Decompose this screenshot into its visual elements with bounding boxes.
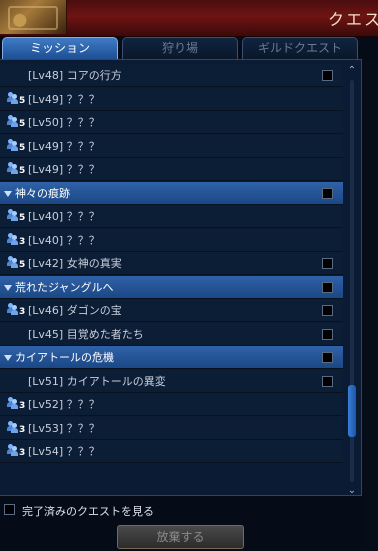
party-quest-icon: 3 [7, 232, 26, 249]
quest-row[interactable]: 3 [Lv54] ？？？ [0, 440, 343, 463]
quest-label: [Lv40] ？？？ [28, 210, 100, 223]
collapse-triangle-icon[interactable] [4, 190, 12, 197]
show-completed-label: 完了済みのクエストを見る [22, 505, 154, 518]
scrollbar[interactable]: ⌃ ⌄ [345, 64, 359, 496]
party-size-label: 3 [19, 236, 26, 247]
party-size-label: 5 [19, 213, 26, 223]
quest-row[interactable]: 5 [Lv42] 女神の真実 [0, 252, 343, 275]
quest-group-label: 神々の痕跡 [15, 186, 70, 200]
quest-label: [Lv50] ？？？ [28, 116, 100, 129]
quest-label: [Lv46] ダゴンの宝 [28, 304, 122, 317]
quest-label: [Lv40] ？？？ [28, 233, 100, 247]
quest-row[interactable]: 3 [Lv46] ダゴンの宝 [0, 299, 343, 322]
panel-edge [362, 59, 378, 551]
quest-label: [Lv49] ？？？ [28, 92, 100, 106]
party-quest-icon: 5 [7, 115, 26, 131]
tab-bar: ミッション 狩り場 ギルドクエスト [0, 37, 378, 59]
party-size-label: 3 [19, 401, 26, 411]
tab-mission[interactable]: ミッション [2, 37, 118, 59]
quest-label: [Lv49] ？？？ [28, 163, 100, 176]
party-quest-icon: 5 [7, 162, 26, 178]
collapse-triangle-icon[interactable] [4, 355, 12, 361]
party-quest-icon: 3 [7, 420, 26, 437]
quest-group-header[interactable]: カイアトールの危機 [0, 346, 343, 369]
quest-book-icon [0, 0, 67, 34]
party-size-label: 3 [19, 448, 26, 458]
party-quest-icon: 5 [7, 256, 26, 272]
quest-track-checkbox[interactable] [322, 281, 333, 293]
tab-guild-quest[interactable]: ギルドクエスト [242, 37, 358, 59]
quest-row[interactable]: 5 [Lv40] ？？？ [0, 205, 343, 228]
quest-track-checkbox[interactable] [322, 375, 333, 387]
quest-label: [Lv49] ？？？ [28, 139, 100, 153]
collapse-triangle-icon[interactable] [4, 284, 12, 291]
quest-group-label: 荒れたジャングルへ [15, 280, 114, 294]
quest-row[interactable]: 3 [Lv52] ？？？ [0, 393, 343, 416]
scroll-thumb[interactable] [348, 384, 356, 437]
party-quest-icon: 5 [7, 138, 26, 155]
quest-label: [Lv48] コアの行方 [28, 69, 122, 82]
quest-row[interactable]: 5 [Lv49] ？？？ [0, 158, 343, 181]
quest-track-checkbox[interactable] [322, 187, 333, 199]
quest-track-checkbox[interactable] [322, 258, 333, 269]
quest-group-header[interactable]: 荒れたジャングルへ [0, 275, 343, 299]
party-quest-icon: 5 [7, 209, 26, 225]
party-size-label: 5 [19, 142, 26, 153]
quest-label: [Lv42] 女神の真実 [28, 257, 122, 270]
quest-track-checkbox[interactable] [322, 70, 333, 81]
quest-label: [Lv53] ？？？ [28, 421, 100, 435]
quest-label: [Lv54] ？？？ [28, 445, 100, 458]
scroll-down-icon[interactable]: ⌄ [347, 486, 357, 496]
quest-row[interactable]: 3 [Lv53] ？？？ [0, 416, 343, 440]
quest-row[interactable]: 5 [Lv49] ？？？ [0, 134, 343, 158]
quest-group-header[interactable]: 神々の痕跡 [0, 181, 343, 205]
scroll-up-icon[interactable]: ⌃ [347, 66, 357, 76]
quest-track-checkbox[interactable] [322, 305, 333, 316]
quest-track-checkbox[interactable] [322, 328, 333, 340]
party-size-label: 5 [19, 166, 26, 176]
party-size-label: 3 [19, 307, 26, 317]
quest-track-checkbox[interactable] [322, 352, 333, 363]
quest-label: [Lv52] ？？？ [28, 398, 100, 411]
party-size-label: 3 [19, 424, 26, 435]
party-quest-icon: 3 [7, 397, 26, 413]
quest-group-label: カイアトールの危機 [15, 351, 114, 364]
quest-label: [Lv45] 目覚めた者たち [28, 327, 144, 341]
party-quest-icon: 5 [7, 91, 26, 108]
window-header: クエス [0, 0, 378, 37]
quest-row[interactable]: 5 [Lv50] ？？？ [0, 111, 343, 134]
quest-row[interactable]: [Lv45] 目覚めた者たち [0, 322, 343, 346]
abandon-button[interactable]: 放棄する [117, 525, 244, 549]
quest-list-panel: [Lv48] コアの行方 5 [Lv49] ？？？ 5 [Lv50] ？？？ 5 [Lv49… [0, 59, 362, 496]
quest-label: [Lv51] カイアトールの異変 [28, 374, 166, 388]
party-quest-icon: 3 [7, 303, 26, 319]
quest-row[interactable]: 5 [Lv49] ？？？ [0, 87, 343, 111]
party-size-label: 5 [19, 95, 26, 106]
quest-row[interactable]: [Lv48] コアの行方 [0, 64, 343, 87]
show-completed-row[interactable]: 完了済みのクエストを見る [0, 500, 362, 520]
party-size-label: 5 [19, 119, 26, 129]
party-quest-icon: 3 [7, 444, 26, 460]
window-title: クエス [328, 10, 378, 29]
quest-row[interactable]: [Lv51] カイアトールの異変 [0, 369, 343, 393]
party-size-label: 5 [19, 260, 26, 270]
show-completed-checkbox[interactable] [4, 504, 15, 515]
tab-hunting-ground[interactable]: 狩り場 [122, 37, 238, 59]
quest-row[interactable]: 3 [Lv40] ？？？ [0, 228, 343, 252]
